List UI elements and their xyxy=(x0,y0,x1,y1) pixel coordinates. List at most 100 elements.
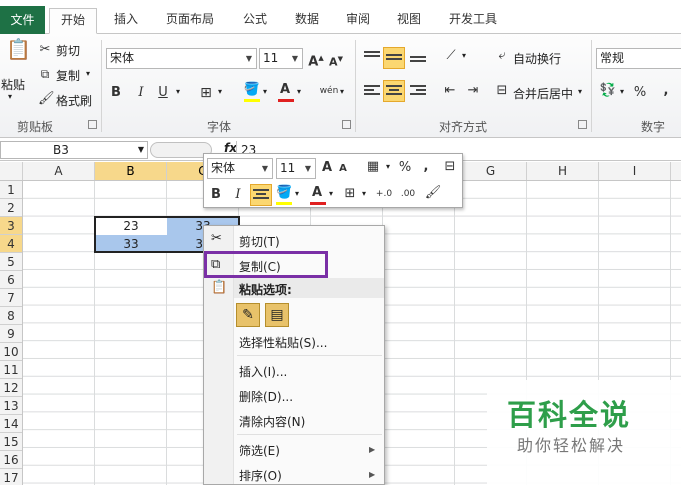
fill-color-icon[interactable]: 🪣 xyxy=(243,81,261,99)
borders-dropdown-icon[interactable]: ▾ xyxy=(218,87,222,96)
format-painter-icon[interactable]: 🖌 xyxy=(38,90,55,108)
menu-item-sort[interactable]: 排序(O) xyxy=(239,467,282,484)
align-middle-button[interactable] xyxy=(383,47,405,69)
fill-dropdown-icon[interactable]: ▾ xyxy=(295,189,299,198)
row-header[interactable]: 3 xyxy=(0,217,22,235)
font-color-icon[interactable]: A xyxy=(277,81,293,99)
mini-italic-button[interactable]: I xyxy=(231,186,245,204)
font-color-dropdown-icon[interactable]: ▾ xyxy=(329,189,333,198)
font-color-dropdown-icon[interactable]: ▾ xyxy=(297,87,301,96)
mini-comma-button[interactable]: , xyxy=(421,158,431,176)
column-header[interactable]: G xyxy=(455,162,527,180)
menu-item-cut[interactable]: 剪切(T) xyxy=(239,233,280,250)
paste-icon[interactable]: ▤ xyxy=(265,303,289,327)
row-header[interactable]: 16 xyxy=(0,451,22,469)
fill-color-dropdown-icon[interactable]: ▾ xyxy=(263,87,267,96)
align-center-button[interactable] xyxy=(383,80,405,102)
merge-icon[interactable]: ⊟ xyxy=(494,82,510,100)
wrap-text-button[interactable]: 自动换行 xyxy=(513,50,561,67)
align-left-icon[interactable] xyxy=(364,85,380,97)
format-table-icon[interactable]: ▦ xyxy=(364,158,382,176)
copy-icon[interactable]: ⧉ xyxy=(38,65,52,83)
underline-button[interactable]: U xyxy=(155,84,171,102)
font-name-select[interactable]: 宋体 ▼ xyxy=(106,48,257,69)
row-header[interactable]: 15 xyxy=(0,433,22,451)
mini-font-select[interactable]: 宋体 ▼ xyxy=(207,158,273,179)
column-header[interactable]: B xyxy=(95,162,167,180)
bold-button[interactable]: B xyxy=(108,84,124,102)
paste-icon[interactable]: 📋 xyxy=(6,39,31,66)
borders-dropdown-icon[interactable]: ▾ xyxy=(362,189,366,198)
column-header[interactable]: H xyxy=(527,162,599,180)
increase-decimal-icon[interactable]: +.0 xyxy=(374,185,394,203)
row-header[interactable]: 14 xyxy=(0,415,22,433)
row-header[interactable]: 8 xyxy=(0,307,22,325)
tab-review[interactable]: 审阅 xyxy=(335,8,381,34)
menu-item-insert[interactable]: 插入(I)... xyxy=(239,363,287,380)
alignment-launcher-icon[interactable] xyxy=(578,120,587,129)
format-table-dropdown-icon[interactable]: ▾ xyxy=(386,162,390,171)
menu-item-clear[interactable]: 清除内容(N) xyxy=(239,413,305,430)
orientation-dropdown-icon[interactable]: ▾ xyxy=(462,51,466,60)
orientation-icon[interactable]: ⟋ xyxy=(440,47,462,65)
increase-indent-icon[interactable]: ⇥ xyxy=(464,82,482,100)
tab-view[interactable]: 视图 xyxy=(386,8,432,34)
fill-color-icon[interactable]: 🪣 xyxy=(276,184,292,202)
row-header[interactable]: 9 xyxy=(0,325,22,343)
shrink-font-icon[interactable]: A▼ xyxy=(328,50,344,72)
font-color-icon[interactable]: A xyxy=(310,184,324,202)
scissors-icon[interactable]: ✂ xyxy=(38,41,52,59)
phonetic-dropdown-icon[interactable]: ▾ xyxy=(340,87,344,96)
comma-button[interactable]: , xyxy=(658,82,674,100)
italic-button[interactable]: I xyxy=(133,84,149,102)
decrease-decimal-icon[interactable]: .00 xyxy=(398,185,418,203)
shrink-font-icon[interactable]: A xyxy=(337,160,349,178)
cut-button[interactable]: 剪切 xyxy=(56,42,80,59)
row-header[interactable]: 5 xyxy=(0,253,22,271)
font-size-select[interactable]: 11 ▼ xyxy=(259,48,303,69)
tab-formulas[interactable]: 公式 xyxy=(232,8,278,34)
paste-formatting-icon[interactable]: ✎ xyxy=(236,303,260,327)
phonetic-icon[interactable]: wén xyxy=(318,82,340,100)
format-painter-button[interactable]: 格式刷 xyxy=(56,92,92,109)
row-header[interactable]: 1 xyxy=(0,181,22,199)
tab-home[interactable]: 开始 xyxy=(49,8,97,34)
row-header[interactable]: 17 xyxy=(0,469,22,485)
paste-dropdown-icon[interactable]: ▾ xyxy=(8,92,12,101)
mini-percent-button[interactable]: % xyxy=(398,159,412,177)
row-header[interactable]: 6 xyxy=(0,271,22,289)
paste-button[interactable]: 粘贴 xyxy=(1,76,25,93)
borders-icon[interactable]: ⊞ xyxy=(198,84,214,102)
clipboard-launcher-icon[interactable] xyxy=(88,120,97,129)
decrease-indent-icon[interactable]: ⇤ xyxy=(441,82,459,100)
copy-button[interactable]: 复制 xyxy=(56,67,80,84)
select-all-corner[interactable] xyxy=(0,162,23,180)
row-header[interactable]: 2 xyxy=(0,199,22,217)
tab-insert[interactable]: 插入 xyxy=(103,8,149,34)
row-header[interactable]: 4 xyxy=(0,235,22,253)
name-box[interactable]: B3 ▼ xyxy=(0,141,148,159)
row-header[interactable]: 7 xyxy=(0,289,22,307)
align-right-icon[interactable] xyxy=(410,85,426,97)
merge-cells-icon[interactable]: ⊟ xyxy=(441,158,459,176)
tab-page-layout[interactable]: 页面布局 xyxy=(157,8,223,34)
tab-file[interactable]: 文件 xyxy=(0,6,45,34)
row-header[interactable]: 12 xyxy=(0,379,22,397)
grow-font-icon[interactable]: A xyxy=(320,159,334,177)
row-header[interactable]: 11 xyxy=(0,361,22,379)
percent-button[interactable]: % xyxy=(632,84,648,102)
tab-developer[interactable]: 开发工具 xyxy=(440,8,506,34)
number-format-select[interactable]: 常规 xyxy=(596,48,681,69)
wrap-text-icon[interactable]: ⤶ xyxy=(494,47,510,65)
currency-icon[interactable]: 💱 xyxy=(599,82,617,100)
font-launcher-icon[interactable] xyxy=(342,120,351,129)
format-painter-icon[interactable]: 🖌 xyxy=(424,184,442,202)
column-header[interactable]: A xyxy=(23,162,95,180)
grow-font-icon[interactable]: A▲ xyxy=(308,49,324,71)
mini-align-center-button[interactable] xyxy=(250,184,272,206)
mini-bold-button[interactable]: B xyxy=(209,186,223,204)
currency-dropdown-icon[interactable]: ▾ xyxy=(620,87,624,96)
mini-size-select[interactable]: 11 ▼ xyxy=(276,158,316,179)
merge-center-button[interactable]: 合并后居中 xyxy=(513,85,573,102)
column-header[interactable]: I xyxy=(599,162,671,180)
